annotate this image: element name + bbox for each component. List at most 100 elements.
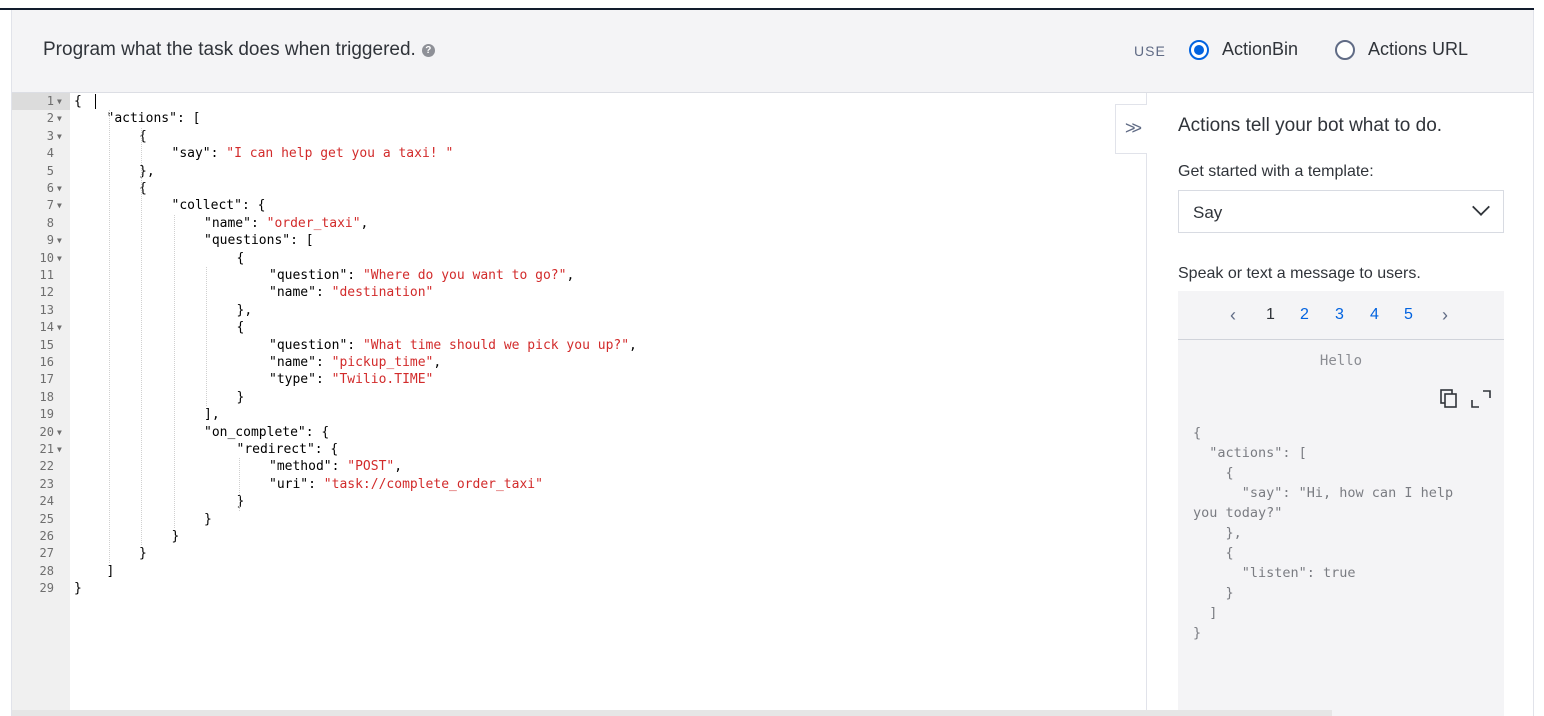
string-token: "order_taxi": [266, 215, 361, 231]
indent-guide: [206, 267, 207, 407]
code-line[interactable]: 23 "uri": "task://complete_order_taxi": [12, 476, 1146, 493]
radio-actionbin[interactable]: ActionBin: [1189, 39, 1298, 60]
line-number: 20: [39, 424, 54, 439]
code-line[interactable]: 29}: [12, 580, 1146, 597]
code-text: "redirect": {: [237, 441, 339, 458]
page-2[interactable]: 2: [1300, 306, 1309, 324]
code-line[interactable]: 24}: [12, 493, 1146, 510]
code-token: :: [308, 476, 324, 492]
copy-icon[interactable]: [1440, 389, 1458, 409]
collapse-panel-button[interactable]: >>: [1115, 104, 1147, 154]
code-editor[interactable]: 1 ▼{2 ▼ "actions": [3 ▼{4 "say": "I can help …: [12, 93, 1147, 710]
code-token: :: [250, 215, 267, 231]
page-1[interactable]: 1: [1266, 306, 1275, 324]
page-3[interactable]: 3: [1335, 306, 1344, 324]
code-line[interactable]: 1 ▼ {: [12, 93, 1146, 110]
fold-arrow-icon[interactable]: ▼: [57, 441, 67, 458]
code-line[interactable]: 5},: [12, 163, 1146, 180]
code-line[interactable]: 10 ▼ {: [12, 250, 1146, 267]
line-number: 4: [46, 146, 54, 161]
code-line[interactable]: 22 "method": "POST",: [12, 458, 1146, 475]
code-line[interactable]: 25}: [12, 511, 1146, 528]
code-line[interactable]: 8 "name": "order_taxi",: [12, 215, 1146, 232]
line-number: 28: [39, 563, 54, 578]
fold-arrow-icon[interactable]: ▼: [57, 250, 67, 267]
expand-icon[interactable]: [1470, 389, 1492, 409]
fold-arrow-icon[interactable]: ▼: [57, 197, 67, 214]
code-line[interactable]: 19],: [12, 406, 1146, 423]
code-token: {: [236, 320, 245, 336]
code-line[interactable]: 9 ▼ "questions": [: [12, 232, 1146, 249]
code-line[interactable]: 3 ▼{: [12, 128, 1146, 145]
code-line[interactable]: 4 "say": "I can help get you a taxi! ": [12, 145, 1146, 162]
code-text: "on_complete": {: [204, 424, 329, 441]
page-5[interactable]: 5: [1404, 306, 1413, 324]
code-token: :: [210, 146, 227, 162]
code-line[interactable]: 7 ▼ "collect": {: [12, 197, 1146, 214]
code-line[interactable]: 15 "question": "What time should we pick …: [12, 337, 1146, 354]
line-number: 22: [39, 459, 54, 474]
fold-arrow-icon[interactable]: ▼: [57, 180, 67, 197]
code-text: },: [237, 302, 253, 319]
horizontal-scrollbar[interactable]: [12, 710, 1332, 716]
line-number: 25: [39, 511, 54, 526]
code-line[interactable]: 17 "type": "Twilio.TIME": [12, 371, 1146, 388]
code-line[interactable]: 21 ▼ "redirect": {: [12, 441, 1146, 458]
radio-unchecked-icon[interactable]: [1335, 39, 1355, 60]
radio-actions-url[interactable]: Actions URL: [1335, 39, 1468, 60]
preview-title: Hello: [1319, 353, 1363, 369]
code-line[interactable]: 12 "name": "destination": [12, 284, 1146, 301]
code-text: "say": "I can help get you a taxi! ": [172, 145, 454, 162]
string-token: "I can help get you a taxi! ": [226, 146, 454, 162]
code-token: : [: [290, 233, 314, 249]
fold-arrow-icon[interactable]: ▼: [57, 232, 67, 249]
chevron-left-icon[interactable]: ‹: [1230, 305, 1236, 326]
code-text: {: [74, 93, 82, 110]
code-line[interactable]: 26}: [12, 528, 1146, 545]
code-line[interactable]: 14 ▼ {: [12, 319, 1146, 336]
code-token: ,: [394, 459, 403, 475]
line-number: 29: [39, 581, 54, 596]
fold-arrow-icon[interactable]: ▼: [57, 424, 67, 441]
code-token: "on_complete": [204, 424, 306, 440]
indent-guide: [173, 214, 175, 528]
code-token: "type": [269, 372, 316, 388]
chevron-right-icon[interactable]: ›: [1442, 305, 1448, 326]
code-token: "actions": [106, 111, 177, 127]
code-line[interactable]: 11 "question": "Where do you want to go?"…: [12, 267, 1146, 284]
code-token: ]: [106, 563, 115, 579]
page-title-text: Program what the task does when triggere…: [43, 39, 416, 60]
fold-arrow-icon[interactable]: ▼: [57, 319, 67, 336]
line-number: 16: [39, 355, 54, 369]
code-line[interactable]: 18}: [12, 389, 1146, 406]
template-description: Speak or text a message to users.: [1178, 265, 1421, 282]
line-number: 7: [46, 198, 54, 213]
code-text: }: [237, 389, 245, 406]
code-line[interactable]: 27}: [12, 545, 1146, 562]
code-token: :: [347, 268, 363, 283]
page-4[interactable]: 4: [1370, 306, 1379, 324]
string-token: "What time should we pick you up?": [362, 337, 630, 353]
fold-arrow-icon[interactable]: ▼: [57, 128, 67, 145]
page-title: Program what the task does when triggere…: [43, 39, 435, 61]
string-token: "pickup_time": [331, 355, 434, 370]
code-text: "questions": [: [204, 232, 314, 249]
code-line[interactable]: 2 ▼ "actions": [: [12, 110, 1146, 127]
line-number: 3: [46, 128, 54, 143]
fold-arrow-icon[interactable]: ▼: [57, 110, 67, 127]
code-line[interactable]: 28]: [12, 563, 1146, 580]
code-token: "name": [269, 285, 316, 301]
fold-arrow-icon[interactable]: ▼: [57, 93, 67, 110]
code-line[interactable]: 16 "name": "pickup_time",: [12, 354, 1146, 371]
string-token: "Where do you want to go?": [362, 268, 567, 283]
template-select[interactable]: Say: [1178, 190, 1504, 233]
code-token: {: [74, 94, 82, 109]
radio-checked-icon[interactable]: [1189, 39, 1209, 60]
code-token: }: [236, 389, 245, 405]
code-token: }: [74, 581, 82, 597]
line-number: 17: [39, 372, 54, 387]
code-line[interactable]: 20 ▼ "on_complete": {: [12, 424, 1146, 441]
question-circle-icon[interactable]: ?: [421, 44, 435, 57]
code-line[interactable]: 6 ▼{: [12, 180, 1146, 197]
code-line[interactable]: 13},: [12, 302, 1146, 319]
